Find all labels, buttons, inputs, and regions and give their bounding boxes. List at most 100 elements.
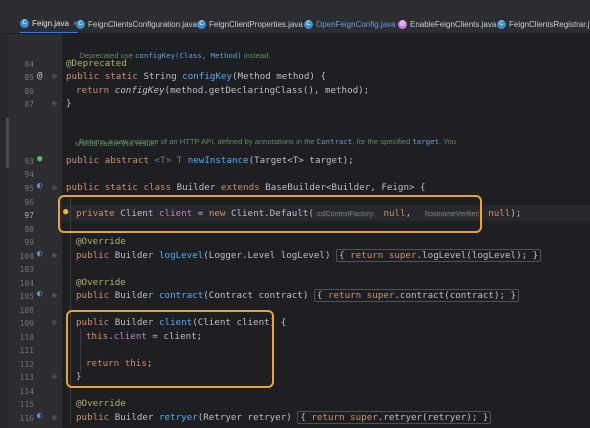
fold-icon[interactable]: ⊕: [52, 291, 57, 300]
override-icon[interactable]: ◐: [37, 249, 42, 259]
tab-label: OpenFeignConfig.java: [316, 19, 396, 29]
fold-icon[interactable]: ⊖: [52, 372, 57, 381]
method-name: logLevel: [159, 250, 204, 261]
keyword: null: [482, 208, 511, 219]
line-number: 111: [19, 346, 34, 355]
override-icon[interactable]: ◐: [37, 411, 42, 421]
code-text: {: [339, 250, 351, 261]
line-number: 112: [19, 360, 34, 369]
implemented-icon[interactable]: ●: [37, 154, 42, 164]
tab-label: FeignClientsRegistrar.java: [509, 19, 590, 29]
code-text: (Target<T> target);: [248, 155, 354, 166]
code-line-95[interactable]: public static class Builder extends Base…: [66, 182, 426, 193]
tab-feign-java[interactable]: C Feign.java ×: [20, 14, 78, 33]
doc-text: instead.: [241, 51, 271, 60]
code-line-116[interactable]: public Builder retryer(Retryer retryer) …: [76, 411, 492, 424]
fold-icon[interactable]: ⊖: [52, 183, 57, 192]
line-number: 105: [19, 292, 34, 301]
fold-icon[interactable]: ⊖: [52, 99, 57, 108]
line-number: 87: [24, 100, 34, 109]
code-text: (Retryer retryer): [197, 412, 298, 423]
doc-comment-newinstance-line2: should cache this result.: [75, 139, 157, 148]
code-text: {: [316, 290, 328, 301]
code-line-93[interactable]: public abstract <T> T newInstance(Target…: [66, 155, 354, 166]
line-number: 100: [19, 252, 34, 261]
tab-label: FeignClientsConfiguration.java: [88, 19, 197, 29]
code-text: (Contract contract): [203, 290, 314, 301]
doc-link[interactable]: target: [412, 137, 439, 146]
keyword: return: [76, 85, 115, 96]
tab-feignclientproperties-java[interactable]: C FeignClientProperties.java ×: [197, 14, 312, 33]
highlight-box-field: [58, 195, 482, 233]
keyword: public: [76, 290, 115, 301]
left-tool-strip: [0, 34, 8, 428]
annotation-gutter-icon[interactable]: @: [37, 71, 42, 81]
line-number: 84: [24, 60, 34, 69]
keyword: public: [76, 250, 115, 261]
code-line-104[interactable]: @Override: [76, 277, 126, 288]
keyword: public: [76, 412, 115, 423]
keyword: return super: [350, 250, 417, 261]
inheritor-icon[interactable]: ◐: [37, 181, 42, 191]
class-icon: C: [197, 19, 206, 29]
override-icon[interactable]: ◐: [37, 289, 42, 299]
type: Builder: [114, 290, 159, 301]
editor-tab-bar: C Feign.java × C FeignClientsConfigurati…: [0, 0, 590, 34]
code-text: (Logger.Level logLevel): [203, 250, 337, 261]
code-text: .contract(contract);: [394, 290, 511, 301]
keyword: return super: [327, 290, 395, 301]
method-call: configKey: [114, 85, 165, 96]
type: String: [143, 71, 183, 82]
folded-body[interactable]: { return super.logLevel(logLevel); }: [336, 249, 542, 262]
line-number: 113: [19, 373, 34, 382]
line-number: 104: [19, 279, 34, 288]
fold-icon[interactable]: ⊖: [52, 318, 57, 327]
code-text: }: [482, 412, 489, 423]
type: Builder: [114, 412, 159, 423]
folded-body[interactable]: { return super.contract(contract); }: [313, 289, 520, 302]
tab-label: FeignClientProperties.java: [209, 19, 303, 29]
code-line-87[interactable]: }: [66, 98, 72, 109]
code-text: Builder: [176, 182, 221, 193]
fold-icon[interactable]: ⊕: [52, 413, 57, 422]
line-number: 108: [19, 306, 34, 315]
tab-feignclientsconfiguration-java[interactable]: C FeignClientsConfiguration.java ×: [76, 14, 206, 33]
tab-enablefeignclients-java[interactable]: @ EnableFeignClients.java ×: [398, 14, 505, 33]
keyword: public static: [66, 71, 144, 82]
keyword: public abstract: [66, 155, 155, 166]
folded-body[interactable]: { return super.retryer(retryer); }: [297, 411, 492, 424]
doc-text: . You: [439, 137, 456, 146]
tab-label: Feign.java: [32, 18, 69, 28]
doc-link[interactable]: configKey(Class, Method): [135, 51, 242, 60]
code-line-84[interactable]: @Deprecated: [66, 58, 127, 69]
type: Builder: [114, 250, 159, 261]
code-text: (Method method) {: [231, 71, 327, 82]
tab-feignclientsregistrar-java[interactable]: C FeignClientsRegistrar.java: [497, 14, 590, 33]
line-number: 93: [24, 157, 34, 166]
code-line-85[interactable]: public static String configKey(Method me…: [66, 71, 326, 82]
class-icon: C: [304, 19, 313, 29]
doc-text: , for the specified: [352, 137, 413, 146]
code-text: BaseBuilder<Builder, Feign> {: [265, 182, 426, 193]
code-text: }: [532, 250, 539, 261]
code-line-100[interactable]: public Builder logLevel(Logger.Level log…: [76, 249, 542, 262]
fold-icon[interactable]: ⊕: [52, 251, 57, 260]
tab-openfeignconfig-java[interactable]: C OpenFeignConfig.java ×: [304, 14, 404, 33]
line-number: 115: [19, 400, 34, 409]
line-number: 97: [24, 211, 34, 220]
code-line-99[interactable]: @Override: [76, 236, 126, 247]
code-line-105[interactable]: public Builder contract(Contract contrac…: [76, 289, 520, 302]
code-text: }: [510, 290, 517, 301]
code-line-115[interactable]: @Override: [76, 398, 126, 409]
line-number: 95: [24, 184, 34, 193]
keyword: public static class: [66, 182, 177, 193]
code-line-86[interactable]: return configKey(method.getDeclaringClas…: [76, 85, 369, 96]
fold-icon[interactable]: ⊖: [52, 72, 57, 81]
generic-type: <T> T: [154, 155, 188, 166]
doc-link[interactable]: Contract: [317, 137, 353, 146]
method-name: contract: [159, 290, 204, 301]
line-number: 114: [19, 387, 34, 396]
line-number: 110: [19, 333, 34, 342]
code-text: );: [510, 208, 522, 219]
line-number: 94: [24, 170, 34, 179]
